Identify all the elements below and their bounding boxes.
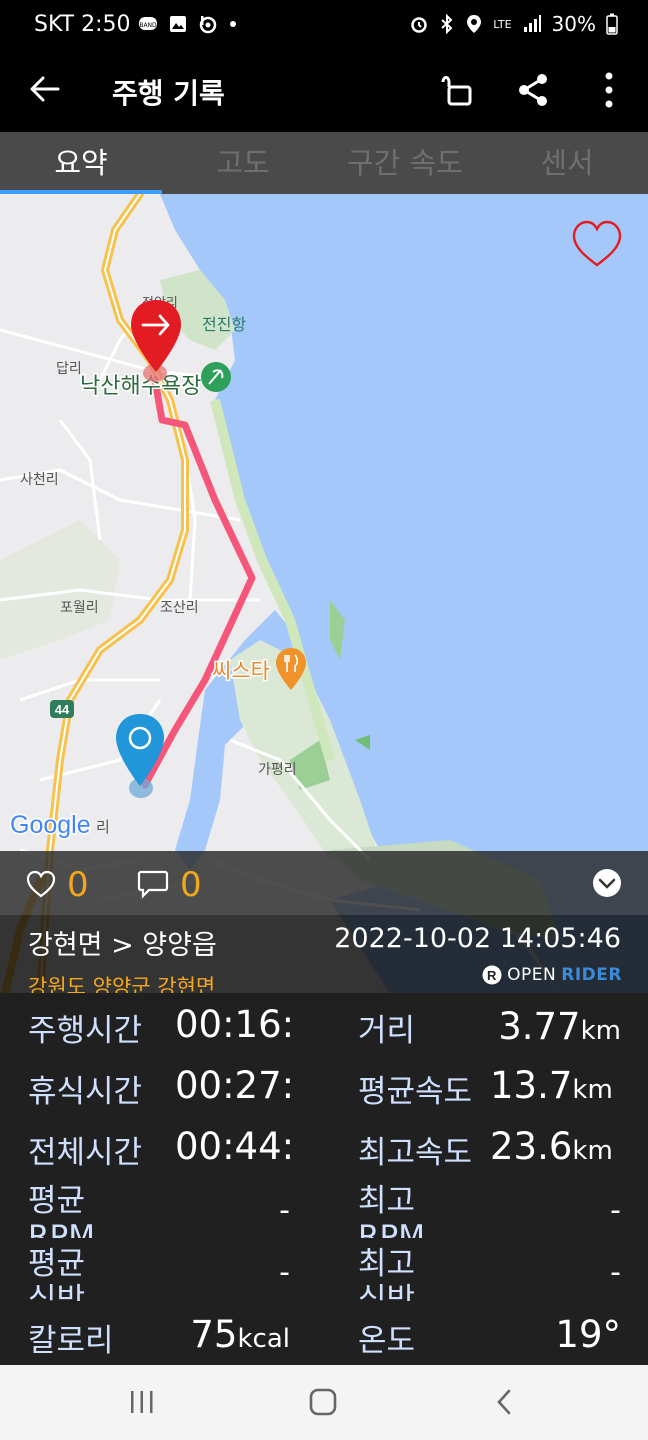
ride-time-label: 주행시간 [28, 1013, 143, 1049]
system-nav-bar [0, 1365, 648, 1440]
dot-icon [230, 21, 236, 27]
rest-time-label: 휴식시간 [28, 1074, 143, 1110]
distance-unit: km [580, 1016, 621, 1046]
status-time: SKT 2:50 [34, 12, 131, 37]
place-dapri: 답리 [56, 361, 82, 377]
brand-open: OPEN [507, 965, 557, 985]
chevron-down-icon[interactable] [592, 868, 622, 898]
calorie-number: 75 [190, 1313, 238, 1356]
temp-label: 온도 [358, 1323, 416, 1359]
back-nav-icon[interactable] [492, 1387, 516, 1417]
tab-bar: 요약 고도 구간 속도 센서 [0, 132, 648, 194]
max-rpm-label: 최고 RPM [358, 1183, 478, 1238]
calorie-label: 칼로리 [28, 1323, 114, 1359]
ride-time-value: 00:16: [175, 1003, 295, 1046]
max-rpm-label-line1: 최고 [358, 1183, 416, 1219]
openrider-r-icon: R [482, 965, 502, 985]
max-rpm-value: - [610, 1193, 621, 1228]
place-jeonjinhang: 전진항 [202, 315, 246, 334]
unlock-icon[interactable] [440, 72, 476, 108]
avg-hr-value: - [279, 1255, 290, 1290]
tab-elevation[interactable]: 고도 [162, 132, 324, 194]
ride-info-bar: 강현면 > 양양읍 2022-10-02 14:05:46 강원도 양양군 강현… [0, 915, 648, 999]
max-hr-label-line2: 심박 [358, 1282, 416, 1301]
total-time-value: 00:44: [175, 1125, 295, 1168]
route-44-label: 44 [55, 702, 70, 717]
comment-count: 0 [180, 865, 202, 905]
alarm-icon [411, 17, 427, 33]
route-name: 강현면 > 양양읍 [28, 930, 217, 961]
like-icon[interactable] [26, 870, 56, 898]
status-bar: SKT 2:50 BAND LTE 30% [0, 0, 648, 52]
distance-number: 3.77 [498, 1005, 581, 1048]
place-naksan: 낙산해수욕장 [80, 374, 201, 399]
avg-speed-unit: km [572, 1075, 613, 1105]
ride-stats-panel: 주행시간 00:16: 거리 3.77km 휴식시간 00:27: 평균속도 1… [0, 993, 648, 1365]
svg-text:R: R [487, 968, 497, 983]
tab-section-speed[interactable]: 구간 속도 [324, 132, 486, 194]
system-icons: LTE 30% [409, 12, 618, 36]
comment-icon[interactable] [137, 869, 169, 899]
network-type: LTE [493, 17, 512, 31]
max-speed-number: 23.6 [490, 1125, 573, 1168]
home-icon[interactable] [308, 1387, 338, 1417]
social-bar: 0 0 [0, 851, 648, 915]
b-app-icon [199, 16, 217, 34]
avg-speed-label: 평균속도 [358, 1074, 473, 1110]
google-suffix: 리 [96, 818, 110, 836]
notification-icons: BAND [138, 14, 238, 34]
avg-speed-value: 13.7km [490, 1064, 613, 1107]
avg-rpm-label: 평균 RPM [28, 1183, 148, 1238]
rest-time-value: 00:27: [175, 1064, 295, 1107]
band-icon: BAND [139, 17, 157, 30]
place-seasta: 씨스타 [212, 659, 270, 683]
gallery-icon [170, 16, 186, 32]
max-speed-label: 최고속도 [358, 1135, 473, 1171]
avg-hr-label: 평균 심박 [28, 1246, 148, 1301]
more-options-icon[interactable] [596, 70, 622, 110]
avg-hr-label-line2: 심박 [28, 1282, 86, 1301]
max-hr-value: - [610, 1255, 621, 1290]
place-gapyeongri: 가평리 [258, 762, 297, 778]
recent-apps-icon[interactable] [128, 1387, 156, 1417]
svg-text:BAND: BAND [139, 22, 157, 29]
max-speed-value: 23.6km [490, 1125, 613, 1168]
place-josanri: 조산리 [160, 600, 199, 616]
max-hr-label-line1: 최고 [358, 1246, 416, 1282]
brand-rider: RIDER [561, 965, 622, 985]
tab-summary[interactable]: 요약 [0, 132, 162, 194]
calorie-value: 75kcal [190, 1313, 290, 1356]
distance-label: 거리 [358, 1013, 416, 1049]
avg-rpm-label-line1: 평균 [28, 1183, 86, 1219]
calorie-unit: kcal [237, 1324, 290, 1354]
place-sacheonri: 사천리 [20, 472, 59, 488]
max-hr-label: 최고 심박 [358, 1246, 478, 1301]
app-bar: 주행 기록 [0, 52, 648, 132]
distance-value: 3.77km [498, 1005, 621, 1048]
google-logo: Google [10, 811, 91, 839]
temp-value: 19° [555, 1313, 621, 1356]
battery-percent: 30% [551, 12, 596, 36]
total-time-label: 전체시간 [28, 1135, 143, 1171]
page-title: 주행 기록 [112, 77, 225, 110]
bluetooth-icon [441, 14, 453, 34]
avg-rpm-value: - [279, 1193, 290, 1228]
avg-speed-number: 13.7 [490, 1064, 573, 1107]
back-arrow-icon[interactable] [28, 72, 62, 106]
max-speed-unit: km [572, 1136, 613, 1166]
max-rpm-label-line2: RPM [358, 1219, 425, 1238]
ride-datetime: 2022-10-02 14:05:46 [334, 923, 621, 954]
share-icon[interactable] [515, 72, 551, 108]
avg-hr-label-line1: 평균 [28, 1246, 86, 1282]
signal-icon [523, 15, 541, 32]
avg-rpm-label-line2: RPM [28, 1219, 95, 1238]
place-powolli: 포월리 [60, 600, 99, 616]
battery-icon [606, 13, 618, 35]
like-count: 0 [67, 865, 89, 905]
location-icon [467, 15, 482, 33]
tab-sensor[interactable]: 센서 [486, 132, 648, 194]
openrider-logo: R OPEN RIDER [482, 965, 622, 985]
